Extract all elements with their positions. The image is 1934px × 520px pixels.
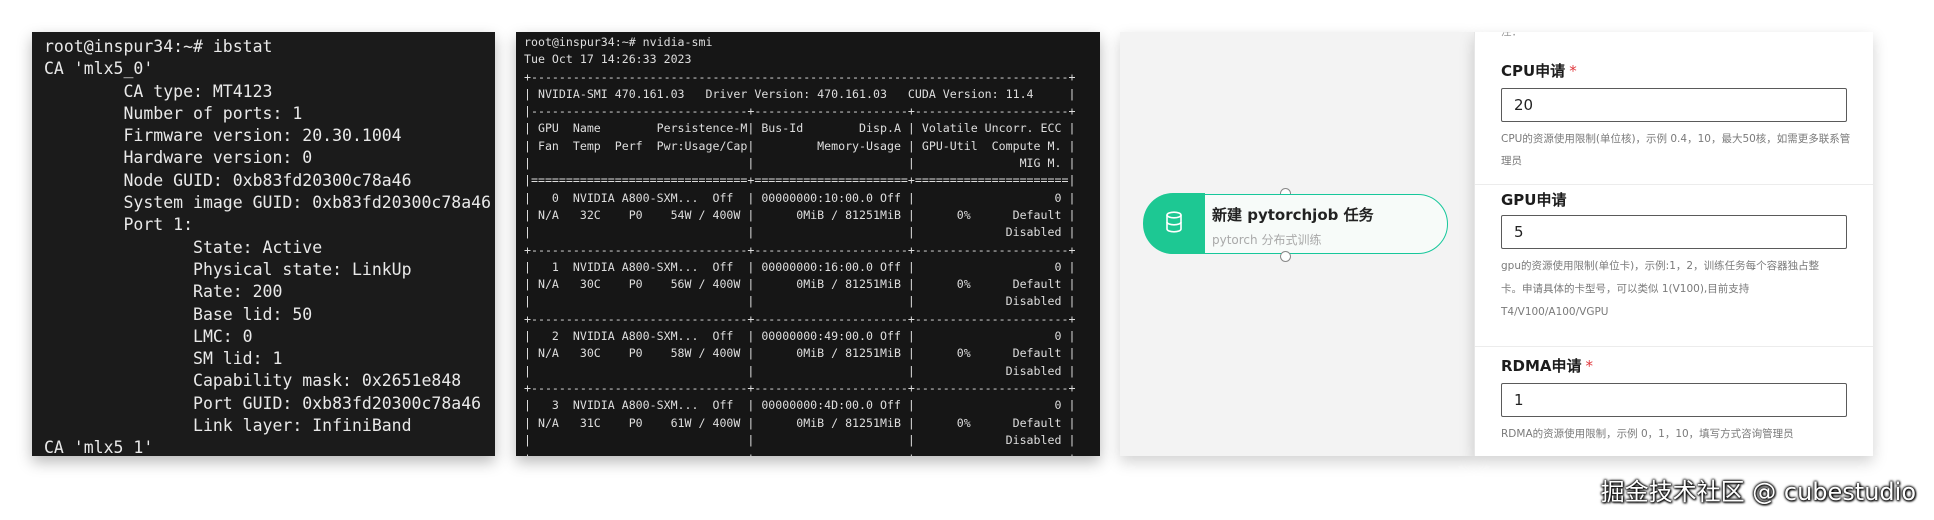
- terminal-line: Base lid: 50: [44, 304, 313, 324]
- cpu-help: CPU的资源使用限制(单位核)，示例 0.4，10，最大50核，如需更多联系管理…: [1501, 133, 1851, 167]
- node-icon-badge: [1143, 193, 1205, 254]
- database-icon: [1166, 211, 1182, 233]
- terminal-line: | NVIDIA-SMI 470.161.03 Driver Version: …: [524, 86, 1076, 101]
- node-title: 新建 pytorchjob 任务: [1212, 206, 1374, 224]
- terminal-line: root@inspur34:~# ibstat: [44, 37, 273, 56]
- terminal-line: | | | Disabled |: [524, 294, 1076, 309]
- cpu-label-text: CPU申请: [1501, 62, 1566, 80]
- terminal-line: | | | Disabled |: [524, 225, 1076, 240]
- pipeline-node-pytorchjob[interactable]: 新建 pytorchjob 任务 pytorch 分布式训练: [1143, 193, 1448, 254]
- terminal-line: | 1 NVIDIA A800-SXM... Off | 00000000:16…: [524, 259, 1076, 274]
- terminal-line: | N/A 32C P0 54W / 400W | 0MiB / 81251Mi…: [524, 207, 1076, 222]
- terminal-line: +-------------------------------+-------…: [524, 242, 1076, 257]
- terminal-line: | 3 NVIDIA A800-SXM... Off | 00000000:4D…: [524, 398, 1076, 413]
- gpu-input[interactable]: [1501, 215, 1847, 249]
- terminal-line: Port 1:: [44, 215, 194, 235]
- terminal-line: |===============================+=======…: [524, 173, 1076, 188]
- terminal-line: +---------------------------------------…: [524, 69, 1076, 84]
- terminal-line: | 2 NVIDIA A800-SXM... Off | 00000000:49…: [524, 329, 1076, 344]
- gpu-label: GPU申请: [1501, 189, 1567, 210]
- gpu-help-line: T4/V100/A100/VGPU: [1501, 306, 1609, 318]
- gpu-section: GPU申请 gpu的资源使用限制(单位卡)，示例:1，2，训练任务每个容器独占整…: [1475, 184, 1873, 318]
- terminal-line: |-------------------------------+-------…: [524, 104, 1076, 119]
- node-output-handle[interactable]: [1280, 251, 1291, 262]
- gpu-help-line: gpu的资源使用限制(单位卡)，示例:1，2，训练任务每个容器独占整: [1501, 260, 1820, 272]
- terminal-output: root@inspur34:~# nvidia-smi Tue Oct 17 14…: [524, 34, 1098, 456]
- terminal-line: | N/A 30C P0 56W / 400W | 0MiB / 81251Mi…: [524, 277, 1076, 292]
- terminal-line: LMC: 0: [44, 326, 253, 346]
- gpu-help-line: 卡。申请具体的卡型号，可以类似 1(V100),目前支持: [1501, 283, 1750, 295]
- watermark-credit: 掘金技术社区 @ cubestudio: [1600, 478, 1916, 506]
- terminal-line: CA 'mlx5_0': [44, 59, 154, 79]
- terminal-line: Rate: 200: [44, 282, 283, 302]
- terminal-line: SM lid: 1: [44, 349, 283, 369]
- terminal-line: | | | Disabled |: [524, 363, 1076, 378]
- rdma-label-text: RDMA申请: [1501, 357, 1582, 375]
- terminal-line: | | | MIG M. |: [524, 156, 1076, 171]
- terminal-line: root@inspur34:~# nvidia-smi: [524, 35, 713, 49]
- terminal-line: | N/A 30C P0 58W / 400W | 0MiB / 81251Mi…: [524, 346, 1076, 361]
- terminal-line: Link layer: InfiniBand: [44, 416, 412, 436]
- rdma-label: RDMA申请 *: [1501, 355, 1593, 376]
- pipeline-canvas[interactable]: 新建 pytorchjob 任务 pytorch 分布式训练: [1120, 32, 1474, 456]
- terminal-line: | N/A 31C P0 61W / 400W | 0MiB / 81251Mi…: [524, 415, 1076, 430]
- resource-form: 注： CPU申请* CPU的资源使用限制(单位核)，示例 0.4，10，最大50…: [1474, 32, 1873, 456]
- cpu-input[interactable]: [1501, 88, 1847, 122]
- terminal-line: Number of ports: 1: [44, 103, 303, 123]
- terminal-output: root@inspur34:~# ibstat CA 'mlx5_0' CA ty…: [44, 36, 492, 456]
- rdma-help: RDMA的资源使用限制，示例 0，1，10，填写方式咨询管理员: [1501, 428, 1794, 440]
- node-subtitle: pytorch 分布式训练: [1212, 233, 1322, 247]
- terminal-line: +-------------------------------+-------…: [524, 449, 1098, 456]
- terminal-line: CA type: MT4123: [44, 81, 273, 101]
- terminal-line: Hardware version: 0: [44, 148, 313, 168]
- terminal-line: CA 'mlx5_1': [44, 438, 154, 456]
- terminal-line: Port GUID: 0xb83fd20300c78a46: [44, 393, 482, 413]
- terminal-line: +-------------------------------+-------…: [524, 380, 1076, 395]
- required-mark: *: [1569, 62, 1577, 80]
- rdma-input[interactable]: [1501, 383, 1847, 417]
- terminal-line: | 0 NVIDIA A800-SXM... Off | 00000000:10…: [524, 190, 1076, 205]
- terminal-line: | GPU Name Persistence-M| Bus-Id Disp.A …: [524, 121, 1076, 136]
- terminal-ibstat: root@inspur34:~# ibstat CA 'mlx5_0' CA ty…: [32, 32, 495, 456]
- cpu-label: CPU申请 *: [1501, 60, 1577, 81]
- terminal-line: Node GUID: 0xb83fd20300c78a46: [44, 170, 412, 190]
- gpu-label-text: GPU申请: [1501, 191, 1567, 209]
- terminal-line: System image GUID: 0xb83fd20300c78a46: [44, 193, 492, 213]
- terminal-line: State: Active: [44, 237, 323, 257]
- required-mark: *: [1585, 357, 1594, 375]
- gpu-help: gpu的资源使用限制(单位卡)，示例:1，2，训练任务每个容器独占整 卡。申请具…: [1501, 255, 1853, 324]
- terminal-line: Tue Oct 17 14:26:33 2023: [524, 52, 692, 67]
- terminal-line: Physical state: LinkUp: [44, 259, 412, 279]
- cpu-section: CPU申请* CPU的资源使用限制(单位核)，示例 0.4，10，最大50核，如…: [1475, 32, 1873, 184]
- terminal-line: Firmware version: 20.30.1004: [44, 126, 402, 146]
- terminal-line: | | | Disabled |: [524, 432, 1076, 447]
- terminal-line: Capability mask: 0x2651e848: [44, 371, 462, 391]
- rdma-section: RDMA申请* RDMA的资源使用限制，示例 0，1，10，填写方式咨询管理员: [1475, 346, 1873, 456]
- screenshot-collage: root@inspur34:~# ibstat CA 'mlx5_0' CA ty…: [0, 0, 1934, 520]
- terminal-nvidia-smi: root@inspur34:~# nvidia-smi Tue Oct 17 14…: [516, 32, 1100, 456]
- terminal-line: +-------------------------------+-------…: [524, 311, 1076, 326]
- terminal-line: | Fan Temp Perf Pwr:Usage/Cap| Memory-Us…: [524, 138, 1076, 153]
